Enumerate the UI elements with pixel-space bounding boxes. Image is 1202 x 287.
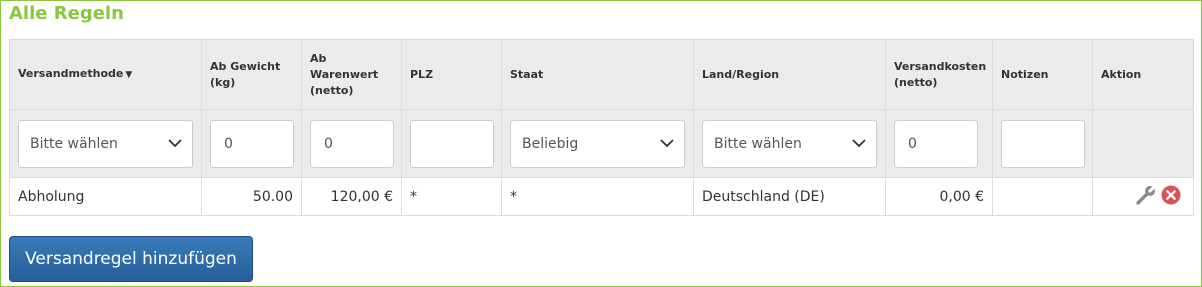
column-header-value: Ab Warenwert (netto) [301, 39, 402, 110]
column-header-value-line3: (netto) [310, 83, 354, 97]
table-row: Abholung 50.00 120,00 € * * Deutschland … [9, 177, 1194, 216]
filter-cell-plz [401, 109, 502, 178]
cell-notes [992, 177, 1093, 216]
filter-cell-value: 0 [301, 109, 402, 178]
country-filter-value: Bitte wählen [714, 135, 802, 152]
caret-down-icon: ▼ [125, 70, 133, 80]
column-header-cost-line1: Versandkosten [894, 59, 987, 73]
filter-cell-method: Bitte wählen [9, 109, 202, 178]
state-filter-value: Beliebig [522, 135, 579, 152]
state-filter-select[interactable]: Beliebig [510, 119, 685, 168]
filter-cell-notes [992, 109, 1093, 178]
cell-plz: * [401, 177, 502, 216]
column-header-state: Staat [501, 39, 694, 110]
cell-weight: 50.00 [201, 177, 302, 216]
filter-row: Bitte wählen 0 0 Beliebig Bitte wählen 0 [9, 109, 1194, 178]
filter-cell-weight: 0 [201, 109, 302, 178]
method-filter-select[interactable]: Bitte wählen [18, 119, 193, 168]
chevron-down-icon [660, 138, 674, 147]
rules-panel: Alle Regeln Versandmethode ▼ Ab Gewicht (… [0, 0, 1202, 287]
method-filter-value: Bitte wählen [30, 135, 118, 152]
country-filter-select[interactable]: Bitte wählen [702, 119, 877, 168]
cell-value: 120,00 € [301, 177, 402, 216]
column-header-action: Aktion [1092, 39, 1194, 110]
cost-filter-input[interactable]: 0 [894, 119, 978, 168]
chevron-down-icon [852, 138, 866, 147]
cell-country: Deutschland (DE) [693, 177, 886, 216]
cell-state: * [501, 177, 694, 216]
column-header-weight-line1: Ab Gewicht [210, 59, 281, 73]
column-header-weight: Ab Gewicht (kg) [201, 39, 302, 110]
value-filter-input[interactable]: 0 [310, 119, 394, 168]
column-header-country: Land/Region [693, 39, 886, 110]
column-header-value-line2: Warenwert [310, 67, 379, 81]
column-header-plz: PLZ [401, 39, 502, 110]
rules-table: Versandmethode ▼ Ab Gewicht (kg) Ab Waren… [9, 39, 1194, 216]
column-header-notes: Notizen [992, 39, 1093, 110]
column-header-method[interactable]: Versandmethode ▼ [9, 39, 202, 110]
cell-cost: 0,00 € [885, 177, 993, 216]
filter-cell-country: Bitte wählen [693, 109, 886, 178]
cell-method: Abholung [9, 177, 202, 216]
section-title: Alle Regeln [9, 3, 124, 24]
column-header-cost-line2: (netto) [894, 75, 938, 89]
filter-cell-cost: 0 [885, 109, 993, 178]
cell-actions [1092, 177, 1194, 216]
notes-filter-input[interactable] [1001, 119, 1085, 168]
filter-cell-action [1092, 109, 1194, 178]
column-header-value-line1: Ab [310, 51, 327, 65]
header-row: Versandmethode ▼ Ab Gewicht (kg) Ab Waren… [9, 39, 1194, 110]
add-shipping-rule-button[interactable]: Versandregel hinzufügen [9, 236, 253, 282]
chevron-down-icon [168, 138, 182, 147]
column-header-cost: Versandkosten (netto) [885, 39, 993, 110]
plz-filter-input[interactable] [410, 119, 494, 168]
column-header-weight-line2: (kg) [210, 75, 236, 89]
column-header-method-label: Versandmethode [18, 67, 124, 80]
filter-cell-state: Beliebig [501, 109, 694, 178]
delete-icon[interactable] [1161, 185, 1181, 209]
wrench-icon[interactable] [1135, 182, 1158, 210]
weight-filter-input[interactable]: 0 [210, 119, 294, 168]
